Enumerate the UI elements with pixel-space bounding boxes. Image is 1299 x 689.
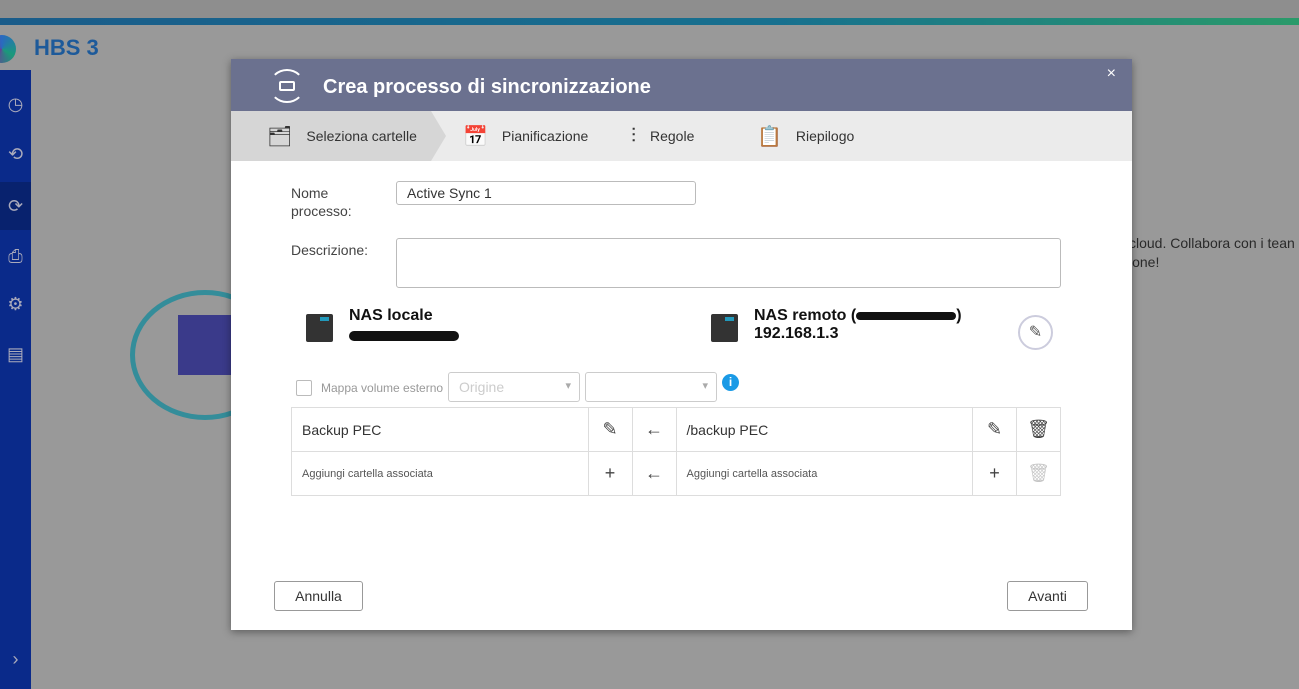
origin-select[interactable]: Origine xyxy=(448,372,580,402)
sliders-icon: ⫶ xyxy=(631,124,636,147)
volume-select[interactable] xyxy=(585,372,717,402)
step-schedule[interactable]: 📅 Pianificazione xyxy=(463,111,588,161)
direction-arrow: ← xyxy=(631,451,677,496)
table-row: Aggiungi cartella associata + ← Aggiungi… xyxy=(291,451,1061,496)
sync-icon xyxy=(269,69,305,103)
map-volume-checkbox[interactable] xyxy=(296,380,312,396)
sidebar-overview-icon[interactable]: ◷ xyxy=(0,80,31,128)
remote-nas: NAS remoto () 192.168.1.3 xyxy=(711,307,962,343)
nas-icon xyxy=(306,314,333,342)
close-icon[interactable]: × xyxy=(1107,65,1116,83)
direction-arrow: ← xyxy=(631,407,677,452)
map-volume-label: Mappa volume esterno xyxy=(321,381,444,395)
app-title: HBS 3 xyxy=(34,35,99,60)
sidebar: ◷ ⟲ ⟳ ⎙ ⚙ ▤ › xyxy=(0,70,31,689)
trash-icon-disabled: 🗑 xyxy=(1016,451,1061,496)
calendar-icon: 📅 xyxy=(463,125,488,148)
accent-bar xyxy=(0,18,1299,25)
clipboard-icon: 📋 xyxy=(757,125,782,148)
folder-pairs-table: Backup PEC ✎ ← /backup PEC ✎ 🗑 Aggiungi … xyxy=(291,407,1061,496)
wizard-steps: 🗂 Seleziona cartelle 📅 Pianificazione ⫶ Reg… xyxy=(231,111,1132,161)
remote-ip: 192.168.1.3 xyxy=(754,325,839,342)
sidebar-expand-icon[interactable]: › xyxy=(0,635,31,683)
sidebar-restore-icon[interactable]: ⎙ xyxy=(0,232,31,280)
nas-cloud-icon xyxy=(711,314,738,342)
remote-nas-title: NAS remoto () xyxy=(754,307,962,324)
step-rules[interactable]: ⫶ Regole xyxy=(631,111,694,161)
next-button[interactable]: Avanti xyxy=(1007,581,1088,611)
trash-icon[interactable]: 🗑 xyxy=(1016,407,1061,452)
sidebar-logs-icon[interactable]: ▤ xyxy=(0,330,31,378)
add-remote-folder[interactable]: Aggiungi cartella associata xyxy=(675,451,973,496)
info-icon[interactable]: i xyxy=(722,374,739,391)
name-label: Nome processo: xyxy=(291,185,352,219)
redacted-name xyxy=(349,331,459,341)
sidebar-backup-icon[interactable]: ⟲ xyxy=(0,130,31,178)
step-summary[interactable]: 📋 Riepilogo xyxy=(757,111,854,161)
background-text: i cloud. Collabora con i tean zione! xyxy=(1122,235,1295,270)
folders-icon: 🗂 xyxy=(267,125,293,148)
app-logo xyxy=(0,35,16,63)
top-bar xyxy=(0,0,1299,18)
add-local-folder[interactable]: Aggiungi cartella associata xyxy=(291,451,589,496)
plus-icon[interactable]: + xyxy=(587,451,633,496)
remote-folder: /backup PEC xyxy=(675,407,973,452)
edit-remote-button[interactable]: ✎ xyxy=(1018,315,1053,350)
illustration-building xyxy=(178,315,238,375)
table-row: Backup PEC ✎ ← /backup PEC ✎ 🗑 xyxy=(291,407,1061,452)
step-select-folders[interactable]: 🗂 Seleziona cartelle xyxy=(231,111,446,161)
edit-remote-icon[interactable]: ✎ xyxy=(972,407,1017,452)
sidebar-sync-icon[interactable]: ⟳ xyxy=(0,182,31,230)
plus-icon[interactable]: + xyxy=(972,451,1017,496)
local-folder: Backup PEC xyxy=(291,407,589,452)
description-input[interactable] xyxy=(396,238,1061,288)
local-nas-title: NAS locale xyxy=(349,307,433,324)
edit-local-icon[interactable]: ✎ xyxy=(587,407,633,452)
sidebar-storage-icon[interactable]: ⚙ xyxy=(0,280,31,328)
description-label: Descrizione: xyxy=(291,242,369,258)
dialog-header: Crea processo di sincronizzazione × xyxy=(231,59,1132,111)
name-input[interactable]: Active Sync 1 xyxy=(396,181,696,205)
cancel-button[interactable]: Annulla xyxy=(274,581,363,611)
create-sync-dialog: Crea processo di sincronizzazione × 🗂 Sel… xyxy=(231,59,1132,630)
dialog-title: Crea processo di sincronizzazione xyxy=(323,76,651,98)
local-nas: NAS locale xyxy=(306,307,459,346)
